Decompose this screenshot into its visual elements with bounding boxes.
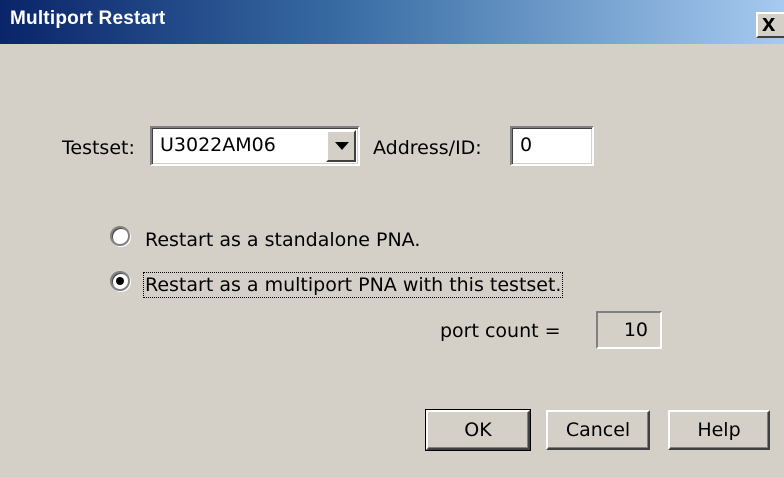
port-count-value: 10 [623, 319, 648, 341]
help-button[interactable]: Help [668, 410, 770, 450]
chevron-down-icon[interactable] [326, 130, 356, 162]
multiport-radio[interactable] [110, 271, 130, 291]
multiport-radio-label[interactable]: Restart as a multiport PNA with this tes… [142, 272, 564, 298]
multiport-restart-dialog: Multiport Restart x Testset: U3022AM06 A… [0, 0, 784, 477]
close-button[interactable]: x [756, 10, 784, 38]
address-label: Address/ID: [373, 137, 482, 159]
testset-label: Testset: [62, 137, 135, 159]
port-count-label: port count = [440, 320, 561, 342]
dialog-title: Multiport Restart [10, 8, 166, 29]
standalone-radio-label[interactable]: Restart as a standalone PNA. [145, 229, 420, 251]
close-icon: x [762, 10, 776, 37]
testset-selected-value: U3022AM06 [160, 134, 276, 156]
testset-dropdown[interactable]: U3022AM06 [150, 126, 360, 166]
address-id-input[interactable]: 0 [510, 126, 594, 166]
standalone-radio[interactable] [110, 226, 130, 246]
ok-button[interactable]: OK [425, 409, 531, 451]
title-bar[interactable]: Multiport Restart x [0, 0, 784, 44]
port-count-field: 10 [596, 311, 662, 349]
address-id-value: 0 [520, 134, 533, 156]
cancel-button[interactable]: Cancel [546, 410, 650, 450]
